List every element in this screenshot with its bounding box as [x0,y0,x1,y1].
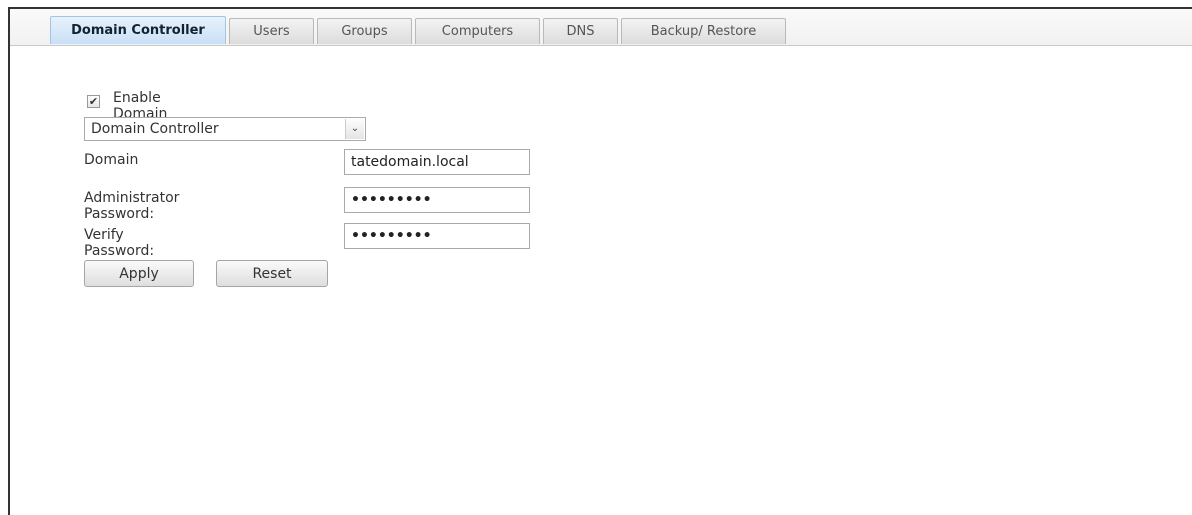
verify-password-input[interactable]: ••••••••• [344,223,530,249]
reset-button[interactable]: Reset [216,260,328,287]
tab-users[interactable]: Users [229,18,314,44]
admin-password-input[interactable]: ••••••••• [344,187,530,213]
tab-computers[interactable]: Computers [415,18,540,44]
app-frame: Domain Controller Users Groups Computers… [8,7,1192,515]
tab-groups[interactable]: Groups [317,18,412,44]
verify-password-label: Verify Password: [84,227,155,259]
tab-backup-restore[interactable]: Backup/ Restore [621,18,786,44]
domain-mode-select[interactable]: Domain Controller ⌄ [84,117,366,141]
tab-bar: Domain Controller Users Groups Computers… [10,9,1192,46]
tab-domain-controller[interactable]: Domain Controller [50,16,226,44]
enable-domain-controller-checkbox[interactable]: ✔ [87,95,100,108]
check-icon: ✔ [88,95,99,108]
domain-mode-select-value: Domain Controller [91,121,219,137]
domain-label: Domain [84,152,139,168]
tab-list: Domain Controller Users Groups Computers… [50,16,786,44]
domain-input[interactable]: tatedomain.local [344,149,530,175]
admin-password-label: Administrator Password: [84,190,180,222]
apply-button[interactable]: Apply [84,260,194,287]
chevron-down-icon[interactable]: ⌄ [345,119,364,139]
tab-dns[interactable]: DNS [543,18,618,44]
